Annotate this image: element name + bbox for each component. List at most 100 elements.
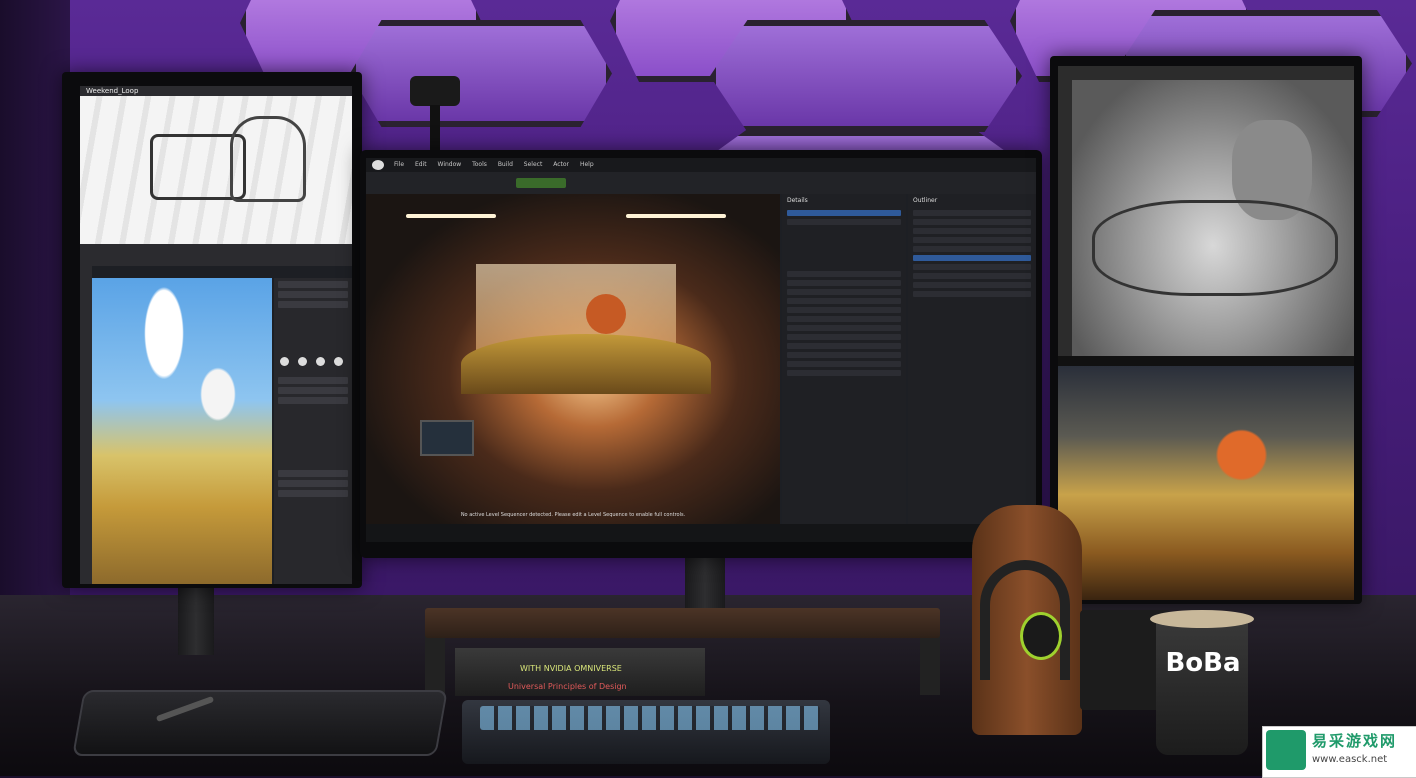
unreal-logo-icon	[372, 160, 384, 170]
menu-item-file[interactable]: File	[394, 161, 404, 168]
outliner-row[interactable]	[913, 282, 1031, 288]
ue-menu-bar: File Edit Window Tools Build Select Acto…	[366, 158, 1036, 172]
details-row[interactable]	[787, 343, 901, 349]
center-monitor: File Edit Window Tools Build Select Acto…	[360, 150, 1042, 558]
boba-lid	[1150, 610, 1254, 628]
menu-item-actor[interactable]: Actor	[553, 161, 569, 168]
blender-viewport[interactable]	[1072, 80, 1354, 356]
unreal-editor-window: File Edit Window Tools Build Select Acto…	[366, 158, 1036, 542]
details-row[interactable]	[787, 334, 901, 340]
book-title: Universal Principles of Design	[508, 682, 627, 691]
webcam	[410, 76, 460, 106]
menu-item-select[interactable]: Select	[524, 161, 543, 168]
render-preview	[1058, 366, 1354, 600]
play-button[interactable]	[516, 178, 566, 188]
left-shelf	[0, 0, 70, 600]
keyboard-keys	[480, 706, 820, 730]
layer-row[interactable]	[278, 490, 348, 497]
details-row[interactable]	[787, 298, 901, 304]
brush-row[interactable]	[278, 377, 348, 384]
drawing-tablet[interactable]	[72, 690, 448, 756]
ceiling-light	[406, 214, 496, 218]
miniature-landscape	[461, 334, 711, 394]
menu-item-edit[interactable]: Edit	[415, 161, 427, 168]
book-title: WITH NVIDIA OMNIVERSE	[520, 664, 622, 673]
miniature-tree	[586, 294, 626, 334]
details-row[interactable]	[787, 289, 901, 295]
brush-presets	[274, 351, 352, 374]
sketch-window: Weekend_Loop	[80, 86, 352, 248]
outliner-row[interactable]	[913, 273, 1031, 279]
details-panel: Details	[782, 194, 906, 524]
hex-light	[710, 20, 1022, 132]
monitor-stand	[178, 580, 214, 655]
details-row[interactable]	[787, 325, 901, 331]
layer-row[interactable]	[278, 301, 348, 308]
hex-light	[350, 20, 612, 127]
monitor-stand	[685, 555, 725, 610]
watermark-logo-icon	[1266, 730, 1306, 770]
details-row[interactable]	[787, 352, 901, 358]
desk-prop-laptop	[420, 420, 474, 456]
outliner-row[interactable]	[913, 264, 1031, 270]
blender-header	[1058, 66, 1354, 80]
details-row[interactable]	[787, 361, 901, 367]
brush-row[interactable]	[278, 397, 348, 404]
right-monitor	[1050, 56, 1362, 604]
layer-row[interactable]	[278, 281, 348, 288]
details-row[interactable]	[787, 271, 901, 277]
menu-item-window[interactable]: Window	[438, 161, 462, 168]
viewport-status-text: No active Level Sequencer detected. Plea…	[460, 512, 686, 518]
painting-canvas[interactable]	[92, 278, 272, 584]
details-row[interactable]	[787, 370, 901, 376]
outliner-row[interactable]	[913, 228, 1031, 234]
ps-toolbar	[80, 244, 352, 266]
render-window	[1058, 356, 1354, 600]
outliner-row[interactable]	[913, 210, 1031, 216]
brush-row[interactable]	[278, 387, 348, 394]
sketch-titlebar: Weekend_Loop	[80, 86, 352, 96]
ue-status-bar	[366, 524, 1036, 542]
menu-item-tools[interactable]: Tools	[472, 161, 487, 168]
details-row[interactable]	[787, 219, 901, 225]
sketch-drawing	[230, 116, 306, 202]
brush-preset[interactable]	[334, 357, 344, 366]
outliner-row[interactable]	[913, 291, 1031, 297]
details-row-selected[interactable]	[787, 210, 901, 216]
outliner-row[interactable]	[913, 237, 1031, 243]
layer-row[interactable]	[278, 470, 348, 477]
photoshop-window	[80, 244, 352, 584]
outliner-row[interactable]	[913, 219, 1031, 225]
details-row[interactable]	[787, 280, 901, 286]
details-row[interactable]	[787, 316, 901, 322]
menu-item-build[interactable]: Build	[498, 161, 513, 168]
ps-toolbox	[80, 266, 92, 584]
outliner-header: Outliner	[913, 197, 938, 204]
window-title: Weekend_Loop	[86, 87, 139, 95]
watermark-url: www.easck.net	[1312, 754, 1388, 765]
ceiling-light	[626, 214, 726, 218]
model-terrain	[1092, 200, 1338, 296]
ue-toolbar	[366, 172, 1036, 194]
menu-item-help[interactable]: Help	[580, 161, 594, 168]
layer-row[interactable]	[278, 291, 348, 298]
level-viewport[interactable]: No active Level Sequencer detected. Plea…	[366, 194, 780, 524]
details-row[interactable]	[787, 307, 901, 313]
boba-cup-label: BoBa	[1165, 648, 1241, 678]
details-header: Details	[787, 197, 808, 204]
outliner-row[interactable]	[913, 246, 1031, 252]
brush-preset[interactable]	[280, 357, 289, 366]
watermark-brand: 易采游戏网	[1312, 732, 1398, 750]
outliner-row-selected[interactable]	[913, 255, 1031, 261]
monitor-riser	[425, 608, 940, 638]
boba-cup	[1156, 615, 1248, 755]
layer-row[interactable]	[278, 480, 348, 487]
brush-preset[interactable]	[298, 357, 308, 366]
left-monitor: Weekend_Loop	[62, 72, 362, 588]
blender-toolbar	[1058, 80, 1072, 356]
outliner-panel: Outliner	[908, 194, 1036, 524]
ps-side-panel	[274, 278, 352, 584]
headphone-earcup	[1020, 612, 1062, 660]
brush-preset[interactable]	[316, 357, 326, 366]
blender-window	[1058, 66, 1354, 356]
